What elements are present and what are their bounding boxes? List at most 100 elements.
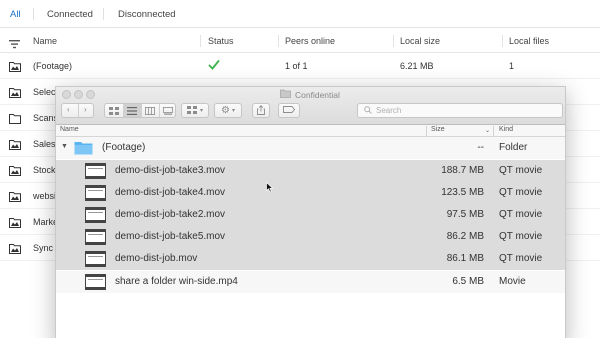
mouse-cursor-icon — [266, 180, 274, 198]
folder-row[interactable]: (Footage) 1 of 1 6.21 MB 1 — [0, 53, 600, 79]
folder-name: websi — [33, 191, 57, 201]
folder-icon — [74, 140, 93, 155]
movie-file-icon — [85, 185, 106, 201]
file-row[interactable]: demo-dist-job.mov 86.1 MB QT movie — [56, 248, 565, 270]
file-size: 6.5 MB — [452, 276, 484, 287]
shared-folder-icon — [9, 215, 21, 228]
arrange-button[interactable]: ▾ — [181, 103, 209, 118]
peers-online-link[interactable]: 1 of 1 — [285, 61, 308, 71]
column-kind[interactable]: Kind — [499, 126, 513, 133]
folder-name: Stock — [33, 165, 56, 175]
file-name: demo-dist-job.mov — [115, 253, 198, 264]
movie-file-icon — [85, 274, 106, 290]
file-row[interactable]: demo-dist-job-take3.mov 188.7 MB QT movi… — [56, 160, 565, 182]
file-name: demo-dist-job-take5.mov — [115, 231, 226, 242]
shared-folder-icon — [9, 163, 21, 176]
file-name: demo-dist-job-take2.mov — [115, 209, 226, 220]
zoom-window-button[interactable] — [86, 90, 95, 99]
file-size: 86.1 MB — [446, 253, 484, 264]
tags-button[interactable] — [278, 103, 300, 118]
column-divider — [426, 126, 427, 136]
file-kind: QT movie — [499, 209, 543, 220]
chevron-down-icon: ▾ — [199, 108, 203, 114]
shared-folder-icon — [9, 241, 21, 254]
finder-column-header: Name Size ⌄ Kind — [56, 125, 565, 137]
movie-file-icon — [85, 207, 106, 223]
file-row[interactable]: demo-dist-job-take4.mov 123.5 MB QT movi… — [56, 182, 565, 204]
tab-connected[interactable]: Connected — [47, 9, 93, 20]
window-title-text: Confidential — [295, 89, 340, 100]
icon-view-icon[interactable] — [109, 107, 119, 117]
tab-divider — [33, 8, 34, 20]
column-name[interactable]: Name — [33, 36, 57, 46]
shared-folder-icon — [9, 85, 21, 98]
search-placeholder: Search — [376, 106, 402, 115]
folder-icon — [9, 111, 21, 124]
file-size: 123.5 MB — [441, 187, 484, 198]
column-divider — [502, 35, 503, 47]
file-name: demo-dist-job-take4.mov — [115, 187, 226, 198]
file-size: -- — [477, 142, 484, 153]
file-kind: Movie — [499, 276, 526, 287]
column-divider — [493, 126, 494, 136]
tag-icon — [283, 106, 296, 115]
gallery-view-icon[interactable] — [163, 107, 173, 117]
folder-name: Selec — [33, 87, 56, 97]
segment-divider — [141, 104, 142, 117]
file-kind: Folder — [499, 142, 528, 153]
column-size[interactable]: Size — [431, 126, 445, 133]
back-arrow-icon[interactable]: ‹ — [67, 105, 70, 114]
folder-row[interactable]: ▼ (Footage) -- Folder — [56, 137, 565, 159]
action-menu-button[interactable]: ⚙ ▾ — [214, 103, 242, 118]
filter-icon[interactable] — [9, 36, 20, 49]
movie-file-icon — [85, 163, 106, 179]
movie-file-icon — [85, 251, 106, 267]
arrange-grid-icon — [186, 105, 197, 116]
column-name[interactable]: Name — [60, 126, 79, 133]
search-field[interactable]: Search — [357, 103, 563, 118]
column-local-files[interactable]: Local files — [509, 36, 549, 46]
back-forward-control: ‹ › — [61, 103, 94, 118]
finder-titlebar: Confidential ‹ › ▾ ⚙ ▾ Search — [56, 87, 565, 125]
file-row[interactable]: share a folder win-side.mp4 6.5 MB Movie — [56, 271, 565, 293]
file-name: demo-dist-job-take3.mov — [115, 165, 226, 176]
folder-name: (Footage) — [33, 61, 73, 71]
shared-folder-icon — [9, 59, 21, 72]
file-kind: QT movie — [499, 165, 543, 176]
minimize-window-button[interactable] — [74, 90, 83, 99]
file-name: share a folder win-side.mp4 — [115, 276, 238, 287]
segment-divider — [78, 104, 79, 117]
file-kind: QT movie — [499, 231, 543, 242]
local-size: 6.21 MB — [400, 61, 434, 71]
file-row[interactable]: demo-dist-job-take2.mov 97.5 MB QT movie — [56, 204, 565, 226]
share-button[interactable] — [252, 103, 270, 118]
column-peers-online[interactable]: Peers online — [285, 36, 335, 46]
column-local-size[interactable]: Local size — [400, 36, 440, 46]
checkmark-icon — [208, 59, 220, 72]
filter-tabs: All Connected Disconnected — [0, 0, 600, 28]
file-kind: QT movie — [499, 187, 543, 198]
chevron-down-icon: ▾ — [231, 108, 235, 114]
folder-name: Sync — [33, 243, 54, 253]
sort-chevron-icon[interactable]: ⌄ — [485, 127, 490, 134]
column-status[interactable]: Status — [208, 36, 234, 46]
file-size: 97.5 MB — [446, 209, 484, 220]
folder-name: Sales — [33, 139, 56, 149]
window-title: Confidential — [280, 89, 340, 100]
folder-icon — [280, 89, 291, 100]
file-size: 86.2 MB — [446, 231, 484, 242]
local-files: 1 — [509, 61, 515, 71]
column-view-icon[interactable] — [145, 107, 155, 117]
list-view-icon[interactable] — [123, 104, 141, 117]
close-window-button[interactable] — [62, 90, 71, 99]
share-icon — [257, 104, 265, 117]
tab-disconnected[interactable]: Disconnected — [118, 9, 176, 20]
file-kind: QT movie — [499, 253, 543, 264]
file-row[interactable]: demo-dist-job-take5.mov 86.2 MB QT movie — [56, 226, 565, 248]
disclosure-triangle-icon[interactable]: ▼ — [61, 143, 68, 150]
tab-divider — [103, 8, 104, 20]
column-divider — [393, 35, 394, 47]
tab-all[interactable]: All — [10, 9, 21, 20]
forward-arrow-icon[interactable]: › — [84, 105, 87, 114]
shared-folder-icon — [9, 189, 21, 202]
